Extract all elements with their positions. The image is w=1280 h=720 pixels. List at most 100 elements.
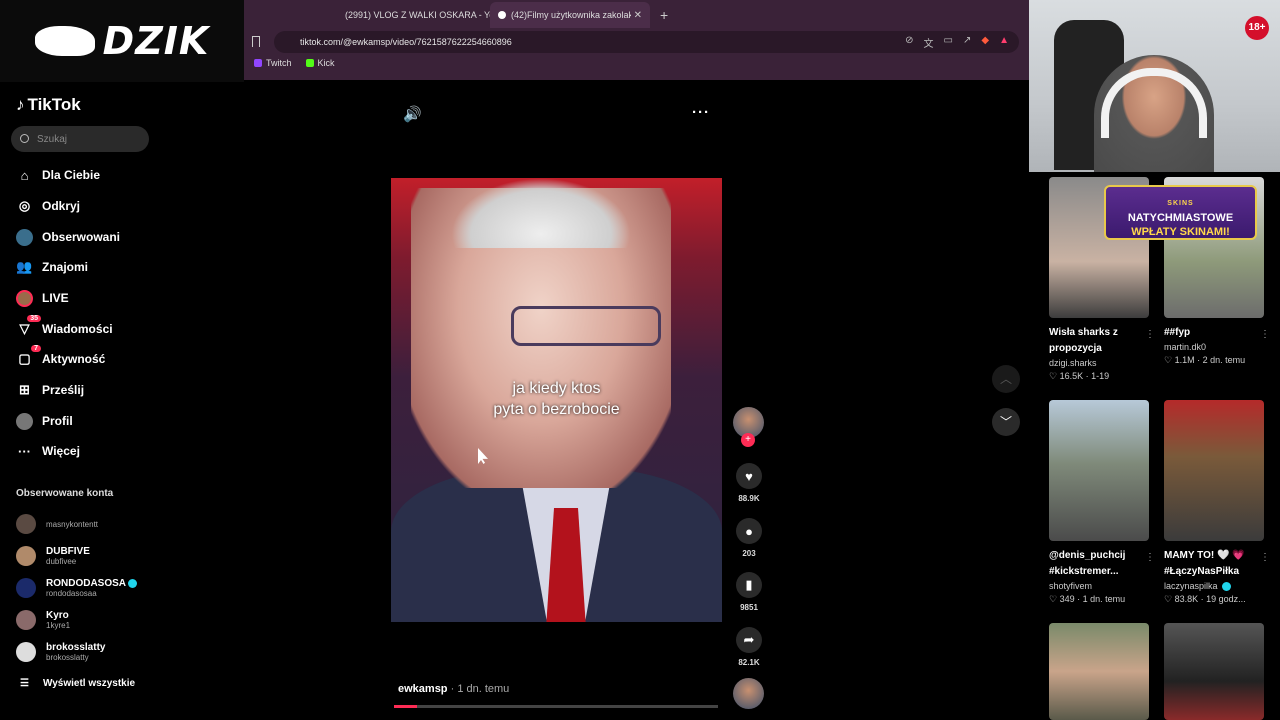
nav-friends[interactable]: 👥 Znajomi (16, 256, 88, 278)
nav-label: Odkryj (42, 199, 81, 213)
feed-thumbnail[interactable] (1049, 400, 1149, 541)
account-item[interactable]: DUBFIVE dubfivee (16, 544, 90, 568)
feed-date: 1-19 (1091, 371, 1110, 381)
save-button[interactable]: ▮ 9851 (735, 572, 763, 612)
avatar (16, 514, 36, 534)
account-name: DUBFIVE (46, 546, 90, 557)
more-icon[interactable]: ⋮ (1145, 329, 1155, 340)
author-name[interactable]: ewkamsp (398, 683, 448, 695)
live-icon (16, 289, 33, 307)
feed-author: shotyfivem (1049, 581, 1093, 591)
video-progress-bar[interactable] (394, 705, 718, 708)
next-creator-avatar[interactable] (733, 678, 764, 709)
more-options-icon[interactable]: ··· (692, 104, 710, 121)
activity-icon: ▢ 7 (16, 344, 41, 368)
feed-title: #ŁączyNasPiłka (1164, 566, 1240, 577)
tiktok-icon (498, 11, 506, 19)
cast-icon[interactable]: ▭ (944, 35, 953, 50)
feed-meta: ♡ 1.1M · 2 dn. temu (1164, 355, 1246, 365)
tab-youtube[interactable]: (2991) VLOG Z WALKI OSKARA - You (332, 2, 490, 28)
bookmark-kick[interactable]: Kick (305, 58, 335, 68)
account-item[interactable]: Kyro 1kyre1 (16, 608, 70, 632)
follow-plus-icon[interactable]: + (741, 433, 755, 447)
new-tab-button[interactable]: + (660, 2, 668, 28)
tiktok-logo[interactable]: ♪ TikTok (16, 95, 81, 115)
post-time: · 1 dn. temu (450, 683, 510, 695)
following-accounts-title: Obserwowane konta (16, 488, 114, 499)
share-button[interactable]: ➦ 82.1K (735, 627, 763, 667)
profile-icon (16, 412, 33, 430)
feed-title: ##fyp (1164, 327, 1191, 338)
feed-likes: 16.5K (1059, 371, 1084, 381)
like-button[interactable]: ♥ 88.9K (735, 463, 763, 503)
nav-upload[interactable]: ⊞ Prześlij (16, 379, 84, 401)
nav-profile[interactable]: Profil (16, 410, 73, 432)
comment-button[interactable]: ● 203 (735, 518, 763, 558)
nav-more[interactable]: ··· Więcej (16, 440, 80, 462)
messages-badge: 35 (27, 314, 41, 322)
brave-shield-icon[interactable]: ◆ (981, 35, 989, 50)
feed-card[interactable]: @denis_puchcij #kickstremer... shotyfive… (1049, 400, 1155, 605)
more-icon[interactable]: ⋮ (1260, 329, 1270, 340)
tab-strip: (2991) VLOG Z WALKI OSKARA - You (42)Fil… (244, 0, 1029, 28)
comment-count: 203 (742, 549, 756, 558)
messages-icon: ▽ 35 (16, 314, 41, 338)
nav-messages[interactable]: ▽ 35 Wiadomości (16, 314, 113, 340)
account-item[interactable]: brokosslatty brokosslatty (16, 640, 105, 664)
feed-thumbnail[interactable] (1164, 400, 1264, 541)
no-tracking-icon[interactable]: ⊘ (905, 35, 913, 50)
account-handle: 1kyre1 (46, 621, 71, 630)
feed-author: martin.dk0 (1164, 342, 1207, 352)
account-name: brokosslatty (46, 642, 106, 653)
bookmark-twitch[interactable]: Twitch (254, 58, 292, 68)
nav-live[interactable]: LIVE (16, 287, 69, 309)
next-video-button[interactable]: ﹀ (992, 408, 1020, 436)
url-text: tiktok.com/@ewkamsp/video/76215876222546… (300, 37, 512, 47)
verified-icon (1222, 582, 1232, 592)
nav-label: Obserwowani (42, 230, 121, 244)
caption-line: pyta o bezrobocie (493, 401, 620, 418)
previous-video-button[interactable]: ︿ (992, 365, 1020, 393)
nav-for-you[interactable]: ⌂ Dla Ciebie (16, 164, 100, 186)
more-icon: ··· (18, 443, 31, 459)
close-tab-icon[interactable]: ✕ (634, 10, 642, 21)
nav-explore[interactable]: ◎ Odkryj (16, 195, 80, 217)
brand-text: DZIK (102, 19, 210, 63)
feed-date: 19 godz... (1206, 594, 1246, 605)
search-icon (20, 134, 29, 143)
nav-label: LIVE (42, 291, 69, 305)
account-item[interactable]: RONDODASOSA rondodasosaa (16, 576, 138, 600)
account-name: Kyro (46, 610, 69, 621)
like-count: 88.9K (738, 494, 760, 503)
share-icon[interactable]: ↗ (963, 35, 971, 50)
twitch-icon (254, 59, 262, 67)
volume-icon[interactable]: 🔊 (403, 105, 422, 123)
nav-following[interactable]: Obserwowani (16, 226, 120, 248)
promo-brand: SKINS (1167, 200, 1194, 207)
feed-author: laczynaspilka (1164, 581, 1218, 591)
avatar (16, 578, 36, 598)
more-icon[interactable]: ⋮ (1260, 552, 1270, 563)
address-bar[interactable]: tiktok.com/@ewkamsp/video/76215876222546… (274, 31, 1019, 53)
search-input[interactable]: Szukaj (11, 126, 149, 152)
more-icon[interactable]: ⋮ (1145, 552, 1155, 563)
account-item[interactable]: masnykontentt (16, 512, 98, 536)
feed-likes: 1.1M (1174, 355, 1195, 365)
avatar (16, 546, 36, 566)
feed-card[interactable]: MAMY TO! 🤍 💗 #ŁączyNasPiłka laczynaspilk… (1164, 400, 1270, 605)
nav-activity[interactable]: ▢ 7 Aktywność (16, 344, 105, 370)
video-author[interactable]: ewkamsp · 1 dn. temu (398, 683, 509, 695)
feed-thumbnail[interactable] (1164, 623, 1264, 720)
caption-line: ja kiedy ktos (512, 380, 601, 397)
translate-icon[interactable]: 文 (924, 35, 934, 50)
avatar (16, 642, 36, 662)
tab-tiktok[interactable]: (42)Filmy użytkownika zakolak (@ ✕ (490, 2, 650, 28)
brave-rewards-icon[interactable]: ▲ (999, 35, 1009, 50)
video-frame-hair (451, 178, 631, 248)
feed-thumbnail[interactable] (1049, 623, 1149, 720)
feed-meta: ♡ 16.5K · 1-19 (1049, 371, 1110, 381)
friends-icon: 👥 (16, 259, 33, 274)
video-player[interactable]: ja kiedy ktos pyta o bezrobocie (391, 178, 722, 622)
bookmark-icon[interactable] (252, 36, 260, 47)
see-all-following[interactable]: ☰ Wyświetl wszystkie (20, 678, 135, 689)
